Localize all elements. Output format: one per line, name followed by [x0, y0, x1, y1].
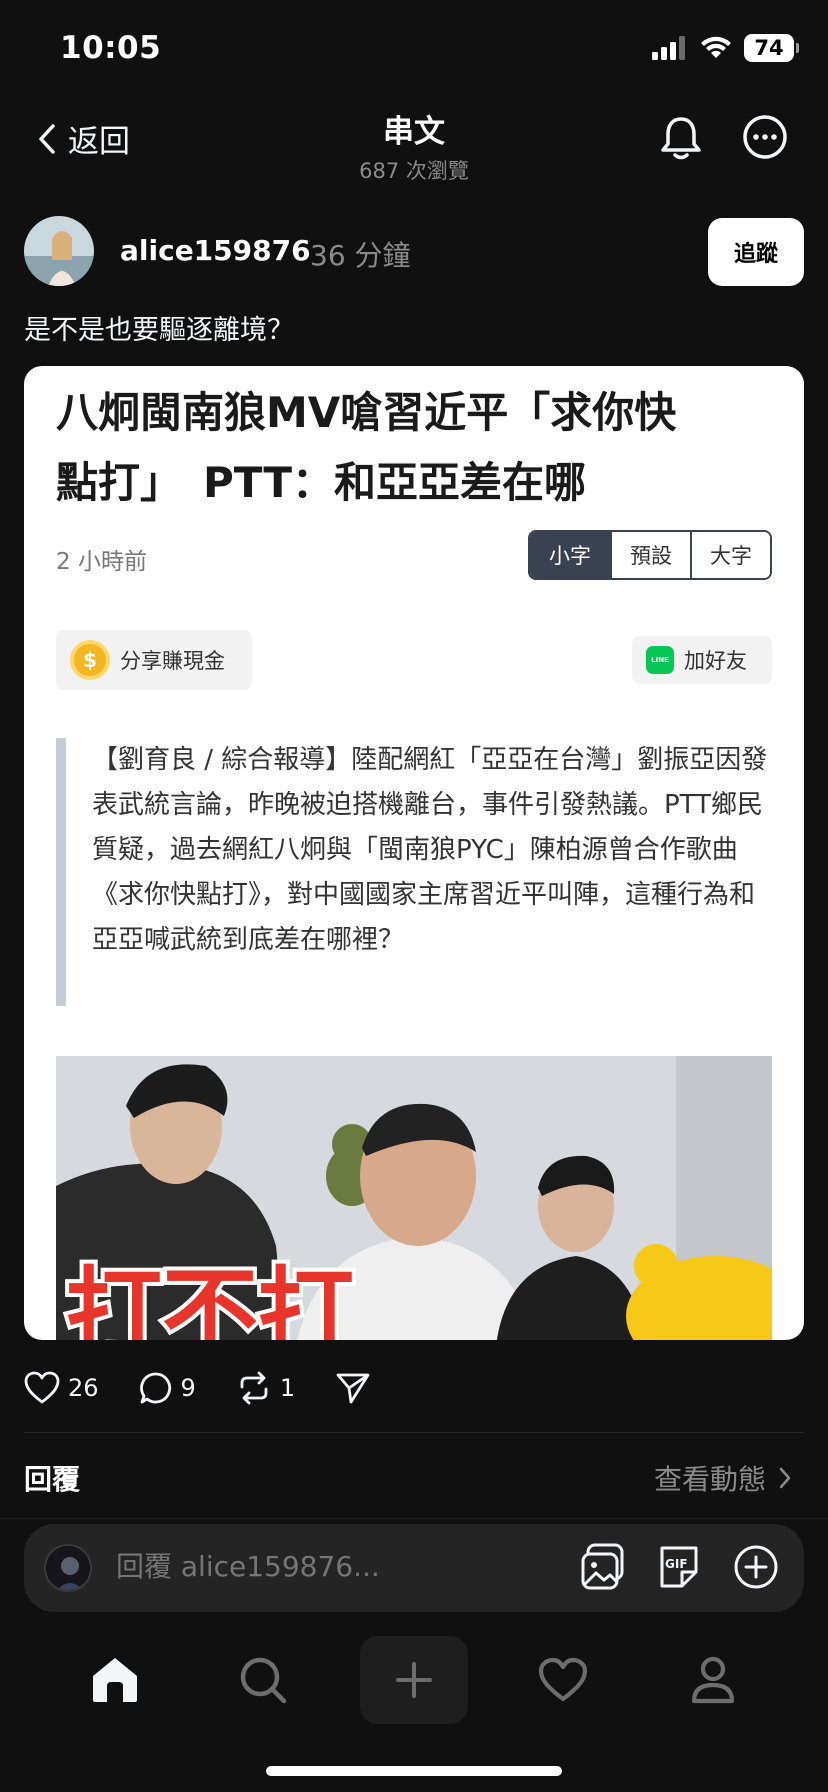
post-actions: 26 9 1	[24, 1366, 804, 1410]
heart-icon	[24, 1371, 60, 1404]
coin-icon: $	[70, 640, 110, 680]
line-add-friend-button[interactable]: LINE 加好友	[632, 636, 772, 684]
follow-button[interactable]: 追蹤	[708, 218, 804, 286]
comment-count: 9	[180, 1374, 196, 1402]
divider	[0, 1518, 828, 1519]
battery-level: 74	[754, 36, 784, 60]
like-count: 26	[68, 1374, 99, 1402]
my-avatar-image	[46, 1546, 90, 1590]
view-activity-link[interactable]: 查看動態	[654, 1458, 792, 1498]
article-time: 2 小時前	[56, 549, 147, 575]
bell-icon[interactable]	[658, 114, 704, 162]
signal-icon	[652, 36, 685, 60]
like-button[interactable]: 26	[24, 1371, 99, 1405]
wifi-icon	[701, 36, 731, 58]
post-time: 36 分鐘	[310, 239, 411, 272]
tab-home[interactable]	[70, 1636, 160, 1724]
article-summary: 【劉育良 / 綜合報導】陸配網紅「亞亞在台灣」劉振亞因發表武統言論，昨晚被迫搭機…	[56, 738, 772, 1006]
font-size-small-button[interactable]: 小字	[530, 532, 610, 578]
share-button[interactable]	[335, 1371, 371, 1405]
reply-composer: GIF	[24, 1524, 804, 1612]
line-icon: LINE	[646, 646, 674, 674]
tab-activity[interactable]	[518, 1636, 608, 1724]
font-size-selector: 小字 預設 大字	[528, 530, 772, 580]
home-indicator	[266, 1766, 562, 1776]
status-bar: 10:05 74	[0, 0, 828, 100]
repost-icon	[240, 1371, 268, 1405]
comment-button[interactable]: 9	[139, 1371, 196, 1405]
status-icons: 74	[652, 34, 799, 62]
chevron-right-icon	[779, 1467, 791, 1489]
headline-line-1: 八炯閩南狼MV嗆習近平「求你快	[56, 388, 677, 437]
profile-icon	[691, 1656, 735, 1704]
status-time: 10:05	[60, 30, 162, 66]
home-icon	[93, 1658, 137, 1702]
plus-icon	[396, 1662, 432, 1698]
replies-heading: 回覆	[24, 1463, 81, 1496]
repost-count: 1	[279, 1374, 296, 1402]
article-headline: 八炯閩南狼MV嗆習近平「求你快 點打」 PTT：和亞亞差在哪	[56, 378, 776, 518]
article-photo: 打不打	[56, 1056, 772, 1340]
divider	[24, 1432, 804, 1433]
avatar-image	[24, 216, 94, 286]
image-icon[interactable]	[580, 1542, 626, 1592]
repost-button[interactable]: 1	[236, 1371, 295, 1405]
tab-profile[interactable]	[668, 1636, 758, 1724]
add-circle-icon[interactable]	[732, 1542, 780, 1592]
image-caption: 打不打	[66, 1257, 354, 1340]
tab-create[interactable]	[360, 1636, 468, 1724]
line-add-friend-label: 加好友	[684, 649, 747, 673]
share-earn-label: 分享賺現金	[120, 649, 225, 673]
font-size-default-button[interactable]: 預設	[610, 532, 690, 578]
headline-line-2: 點打」 PTT：和亞亞差在哪	[56, 458, 587, 507]
article-card[interactable]: 八炯閩南狼MV嗆習近平「求你快 點打」 PTT：和亞亞差在哪 2 小時前 小字 …	[24, 366, 804, 1340]
reply-input[interactable]	[116, 1550, 476, 1583]
avatar[interactable]	[24, 216, 94, 286]
share-earn-button[interactable]: $ 分享賺現金	[56, 630, 252, 690]
tab-search[interactable]	[218, 1636, 308, 1724]
search-icon	[240, 1657, 287, 1704]
article-image: 打不打	[56, 1056, 772, 1340]
heart-icon	[538, 1657, 588, 1702]
gif-icon[interactable]: GIF	[656, 1542, 702, 1592]
battery-icon: 74	[744, 34, 799, 62]
more-icon[interactable]	[742, 114, 788, 160]
view-activity-label: 查看動態	[653, 1463, 766, 1496]
send-icon	[336, 1373, 370, 1404]
post-header: alice159876 36 分鐘 追蹤	[24, 216, 804, 288]
reply-tools: GIF	[580, 1542, 780, 1592]
bottom-tab-bar	[0, 1636, 828, 1726]
username[interactable]: alice159876	[120, 234, 311, 267]
top-nav: 返回 串文 687 次瀏覽	[0, 100, 828, 183]
comment-icon	[139, 1372, 171, 1404]
svg-text:GIF: GIF	[665, 1557, 688, 1571]
my-avatar	[44, 1544, 92, 1592]
post-text: 是不是也要驅逐離境？	[24, 315, 294, 346]
font-size-large-button[interactable]: 大字	[690, 532, 770, 578]
